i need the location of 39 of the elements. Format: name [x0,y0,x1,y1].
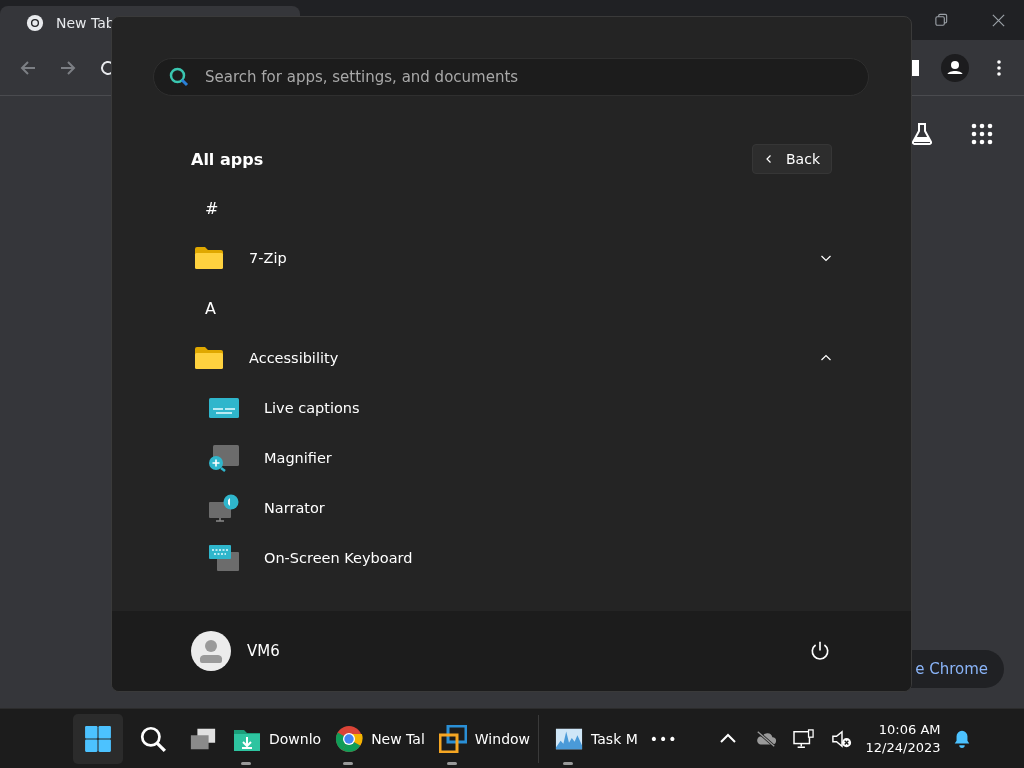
clock[interactable]: 10:06 AM 12/24/2023 [865,720,941,757]
app-item[interactable]: On-Screen Keyboard [194,533,832,583]
user-name[interactable]: VM6 [247,642,280,660]
taskbar-app[interactable]: Window [434,714,535,763]
network-icon[interactable] [792,728,815,749]
narrator-icon [208,494,240,522]
group-letter[interactable]: A [205,298,216,318]
search-field[interactable]: Search for apps, settings, and documents [153,58,869,96]
profile-icon[interactable] [941,53,969,82]
windows-logo-icon [84,724,112,753]
group-letter[interactable]: # [205,198,219,218]
start-button[interactable] [73,713,123,764]
apps-grid-icon[interactable] [970,122,994,146]
folder-icon [194,246,224,270]
search-icon[interactable] [139,724,167,753]
taskbar-app[interactable]: Downlo [229,714,326,763]
power-icon[interactable] [809,640,831,662]
restore-icon[interactable] [934,12,949,28]
close-icon[interactable] [991,12,1006,28]
folder-icon [194,346,224,370]
taskbar-app[interactable]: Task M [551,714,642,763]
cloud-off-icon[interactable] [754,728,777,749]
folder-item[interactable]: 7-Zip [194,233,832,283]
taskbar-app[interactable]: New Tal [331,714,429,763]
back-button[interactable]: Back [752,144,832,174]
virtual-machine-icon [438,724,467,753]
chevron-left-icon [764,154,774,164]
folder-item[interactable]: Accessibility [194,333,832,383]
all-apps-heading: All apps [191,149,264,169]
app-item[interactable]: Live captions [194,383,832,433]
keyboard-icon [208,544,240,572]
more-apps-button[interactable]: ••• [649,730,678,747]
flask-icon[interactable] [910,122,934,146]
user-avatar-icon[interactable] [191,631,231,671]
app-item[interactable]: Magnifier [194,433,832,483]
magnifier-icon [208,444,240,472]
search-icon [169,67,189,87]
app-item[interactable]: Narrator [194,483,832,533]
speaker-muted-icon[interactable] [830,728,853,749]
